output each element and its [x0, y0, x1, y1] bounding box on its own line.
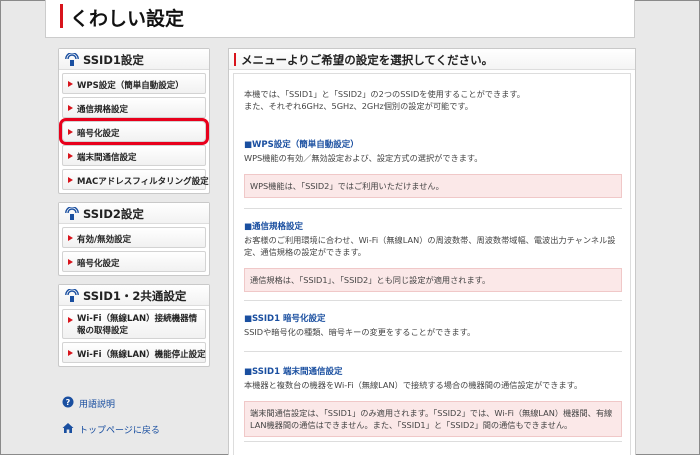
section-title[interactable]: ■SSID1 暗号化設定: [244, 312, 622, 324]
page-header: くわしい設定: [45, 0, 635, 38]
ssid2-panel: SSID2設定 有効/無効設定 暗号化設定: [58, 202, 210, 276]
intro-line-2: また、それぞれ6GHz、5GHz、2GHz個別の設定が可能です。: [244, 101, 473, 111]
section-desc: 本機器と複数台の機器をWi-Fi（無線LAN）で接続する場合の機器間の通信設定が…: [244, 380, 583, 390]
section-title[interactable]: ■WPS設定（簡単自動設定）: [244, 138, 622, 150]
ssid2-panel-title: SSID2設定: [83, 207, 144, 221]
help-icon: ?: [62, 396, 74, 408]
section-wps: ■WPS設定（簡単自動設定） WPS機能の有効／無効設定および、設定方式の選択が…: [244, 138, 622, 198]
ssid1-panel-title: SSID1設定: [83, 53, 144, 67]
common-panel-title: SSID1・2共通設定: [83, 289, 187, 303]
section-desc: WPS機能の有効／無効設定および、設定方式の選択ができます。: [244, 153, 483, 163]
arrow-right-icon: [68, 105, 73, 111]
menu-item-inter-terminal[interactable]: 端末間通信設定: [62, 145, 206, 166]
arrow-right-icon: [68, 177, 73, 183]
common-panel: SSID1・2共通設定 Wi-Fi（無線LAN）接続機器情報の取得設定 Wi-F…: [58, 284, 210, 367]
main-content: メニューよりご希望の設定を選択してください。 本機では、「SSID1」と「SSI…: [228, 48, 636, 455]
menu-item-encryption-ssid1[interactable]: 暗号化設定: [59, 118, 209, 145]
divider: [244, 351, 622, 352]
top-page-link-text: トップページに戻る: [79, 426, 160, 436]
menu-item-device-info[interactable]: Wi-Fi（無線LAN）接続機器情報の取得設定: [62, 309, 206, 339]
section-note: 通信規格は、「SSID1」、「SSID2」とも同じ設定が適用されます。: [244, 268, 622, 292]
arrow-right-icon: [68, 317, 73, 323]
menu-item-label: 通信規格設定: [77, 105, 129, 115]
divider: [244, 441, 622, 442]
menu-item-label: 端末間通信設定: [77, 153, 137, 163]
page-title: くわしい設定: [70, 8, 185, 30]
divider: [244, 208, 622, 209]
section-ssid1-inter-terminal: ■SSID1 端末間通信設定 本機器と複数台の機器をWi-Fi（無線LAN）で接…: [244, 365, 622, 437]
divider: [244, 300, 622, 301]
arrow-right-icon: [68, 153, 73, 159]
glossary-link-text: 用語説明: [79, 400, 116, 410]
section-title[interactable]: ■通信規格設定: [244, 220, 622, 232]
section-desc: SSIDや暗号化の種類、暗号キーの変更をすることができます。: [244, 327, 476, 337]
wifi-icon: [65, 207, 79, 220]
menu-item-label: WPS設定（簡単自動設定）: [77, 81, 184, 91]
intro-text: 本機では、「SSID1」と「SSID2」の2つのSSIDを使用することができます…: [244, 88, 525, 112]
intro-line-1: 本機では、「SSID1」と「SSID2」の2つのSSIDを使用することができます…: [244, 89, 525, 99]
arrow-right-icon: [68, 129, 73, 135]
menu-item-label: MACアドレスフィルタリング設定: [77, 177, 209, 187]
content-body: 本機では、「SSID1」と「SSID2」の2つのSSIDを使用することができます…: [233, 73, 631, 455]
menu-item-label: 暗号化設定: [77, 259, 120, 269]
menu-item-label: 有効/無効設定: [77, 235, 132, 245]
arrow-right-icon: [68, 259, 73, 265]
menu-item-encryption-ssid2[interactable]: 暗号化設定: [62, 251, 206, 272]
content-header: メニューよりご希望の設定を選択してください。: [229, 49, 635, 70]
arrow-right-icon: [68, 350, 73, 356]
arrow-right-icon: [68, 81, 73, 87]
section-desc: お客様のご利用環境に合わせ、Wi-Fi（無線LAN）の周波数帯、周波数帯域幅、電…: [244, 235, 616, 257]
ssid1-panel: SSID1設定 WPS設定（簡単自動設定） 通信規格設定 暗号化設定 端末間通信…: [58, 48, 210, 194]
section-note: WPS機能は、「SSID2」ではご利用いただけません。: [244, 174, 622, 198]
svg-text:?: ?: [66, 398, 71, 407]
section-ssid1-encryption: ■SSID1 暗号化設定 SSIDや暗号化の種類、暗号キーの変更をすることができ…: [244, 312, 622, 338]
sidebar: SSID1設定 WPS設定（簡単自動設定） 通信規格設定 暗号化設定 端末間通信…: [58, 48, 210, 375]
content-accent-bar: [234, 53, 236, 66]
menu-item-label: Wi-Fi（無線LAN）接続機器情報の取得設定: [77, 314, 198, 336]
home-icon: [62, 423, 74, 433]
ssid2-panel-header: SSID2設定: [59, 203, 209, 224]
section-note: 端末間通信設定は、「SSID1」のみ適用されます。「SSID2」では、Wi-Fi…: [244, 401, 622, 437]
wifi-icon: [65, 53, 79, 66]
menu-item-label: 暗号化設定: [77, 129, 120, 139]
arrow-right-icon: [68, 235, 73, 241]
content-heading: メニューよりご希望の設定を選択してください。: [241, 53, 494, 67]
section-standard: ■通信規格設定 お客様のご利用環境に合わせ、Wi-Fi（無線LAN）の周波数帯、…: [244, 220, 622, 292]
menu-item-label: Wi-Fi（無線LAN）機能停止設定: [77, 350, 206, 360]
menu-item-wifi-stop[interactable]: Wi-Fi（無線LAN）機能停止設定: [62, 342, 206, 363]
header-accent-bar: [60, 4, 63, 28]
menu-item-mac-filter[interactable]: MACアドレスフィルタリング設定: [62, 169, 209, 190]
menu-item-wps[interactable]: WPS設定（簡単自動設定）: [62, 73, 206, 94]
menu-item-enable-disable[interactable]: 有効/無効設定: [62, 227, 206, 248]
menu-item-standard[interactable]: 通信規格設定: [62, 97, 206, 118]
wifi-icon: [65, 289, 79, 302]
common-panel-header: SSID1・2共通設定: [59, 285, 209, 306]
ssid1-panel-header: SSID1設定: [59, 49, 209, 70]
section-title[interactable]: ■SSID1 端末間通信設定: [244, 365, 622, 377]
